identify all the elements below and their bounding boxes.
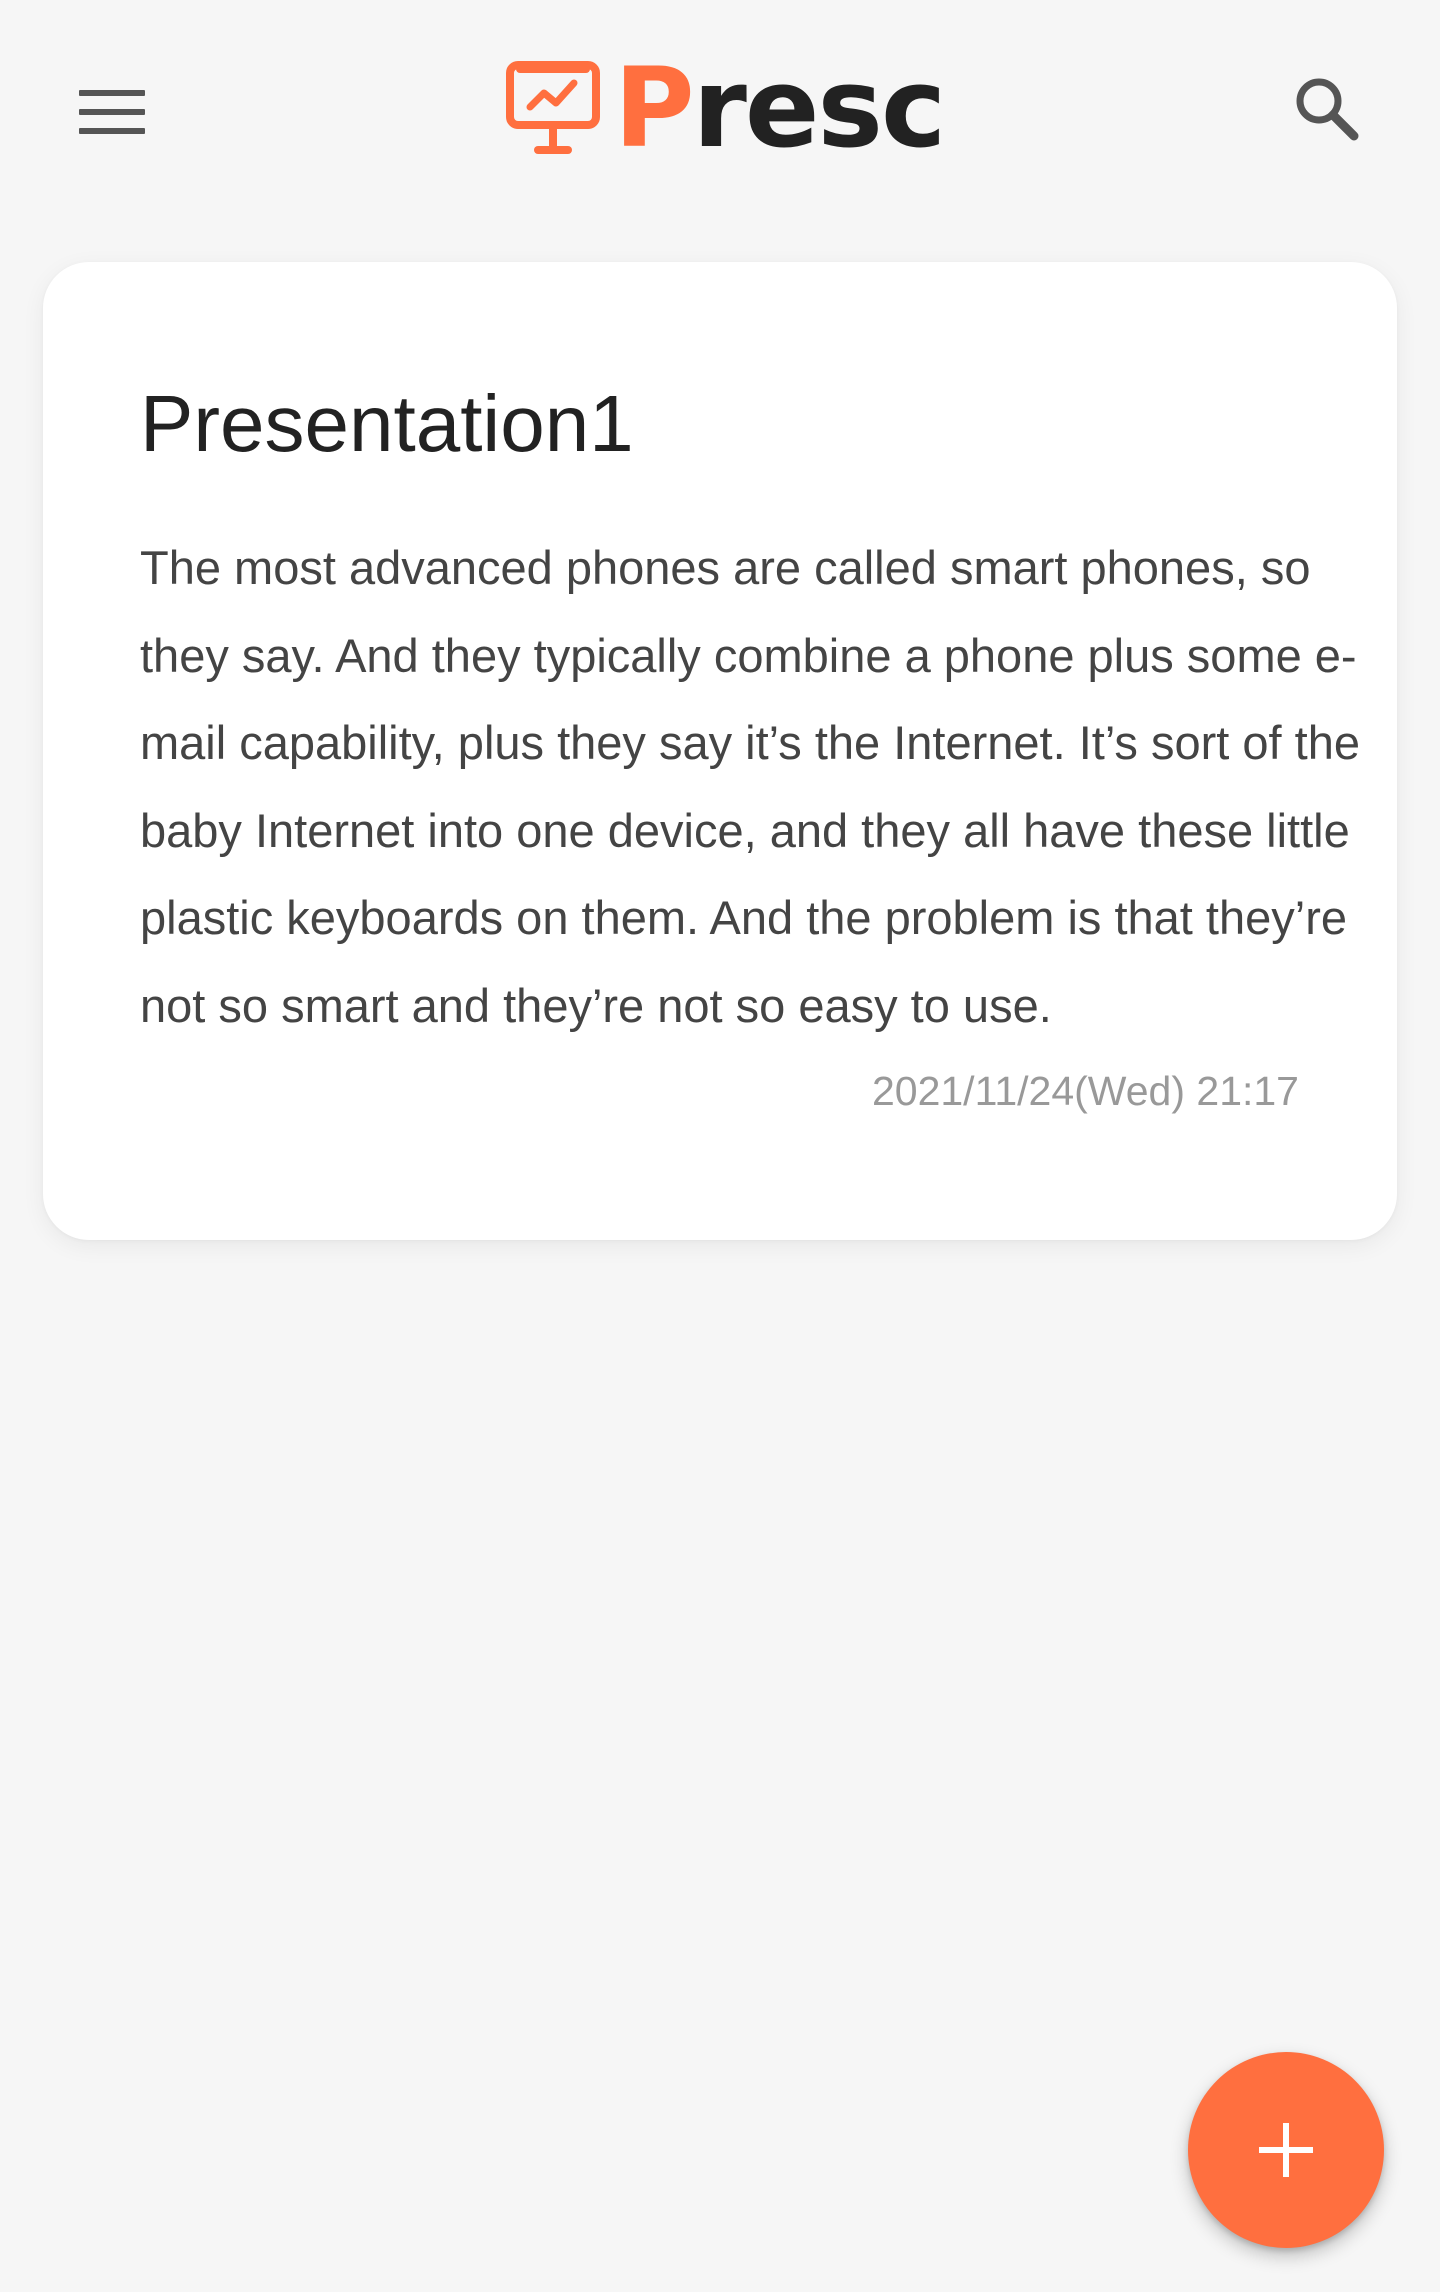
presentation-title: Presentation1	[140, 379, 634, 468]
presentation-card[interactable]: Presentation1 The most advanced phones a…	[43, 262, 1397, 1240]
hamburger-menu-icon	[79, 90, 145, 134]
app-name-initial: P	[614, 44, 695, 172]
add-presentation-button[interactable]	[1188, 2052, 1384, 2248]
app-logo: Presc	[506, 53, 946, 163]
top-app-bar: Presc	[0, 0, 1440, 215]
menu-button[interactable]	[58, 58, 166, 166]
app-name-rest: resc	[692, 44, 947, 172]
search-button[interactable]	[1272, 54, 1380, 162]
presentation-preview: The most advanced phones are called smar…	[140, 541, 1360, 1032]
app-root: Presc Presentation1 The most advanced ph…	[0, 0, 1440, 2292]
presentation-date: 2021/11/24(Wed) 21:17	[871, 1068, 1299, 1114]
search-icon	[1296, 78, 1359, 141]
app-name: Presc	[614, 53, 946, 163]
presentation-chart-icon	[506, 61, 600, 154]
plus-icon	[1259, 2123, 1313, 2177]
